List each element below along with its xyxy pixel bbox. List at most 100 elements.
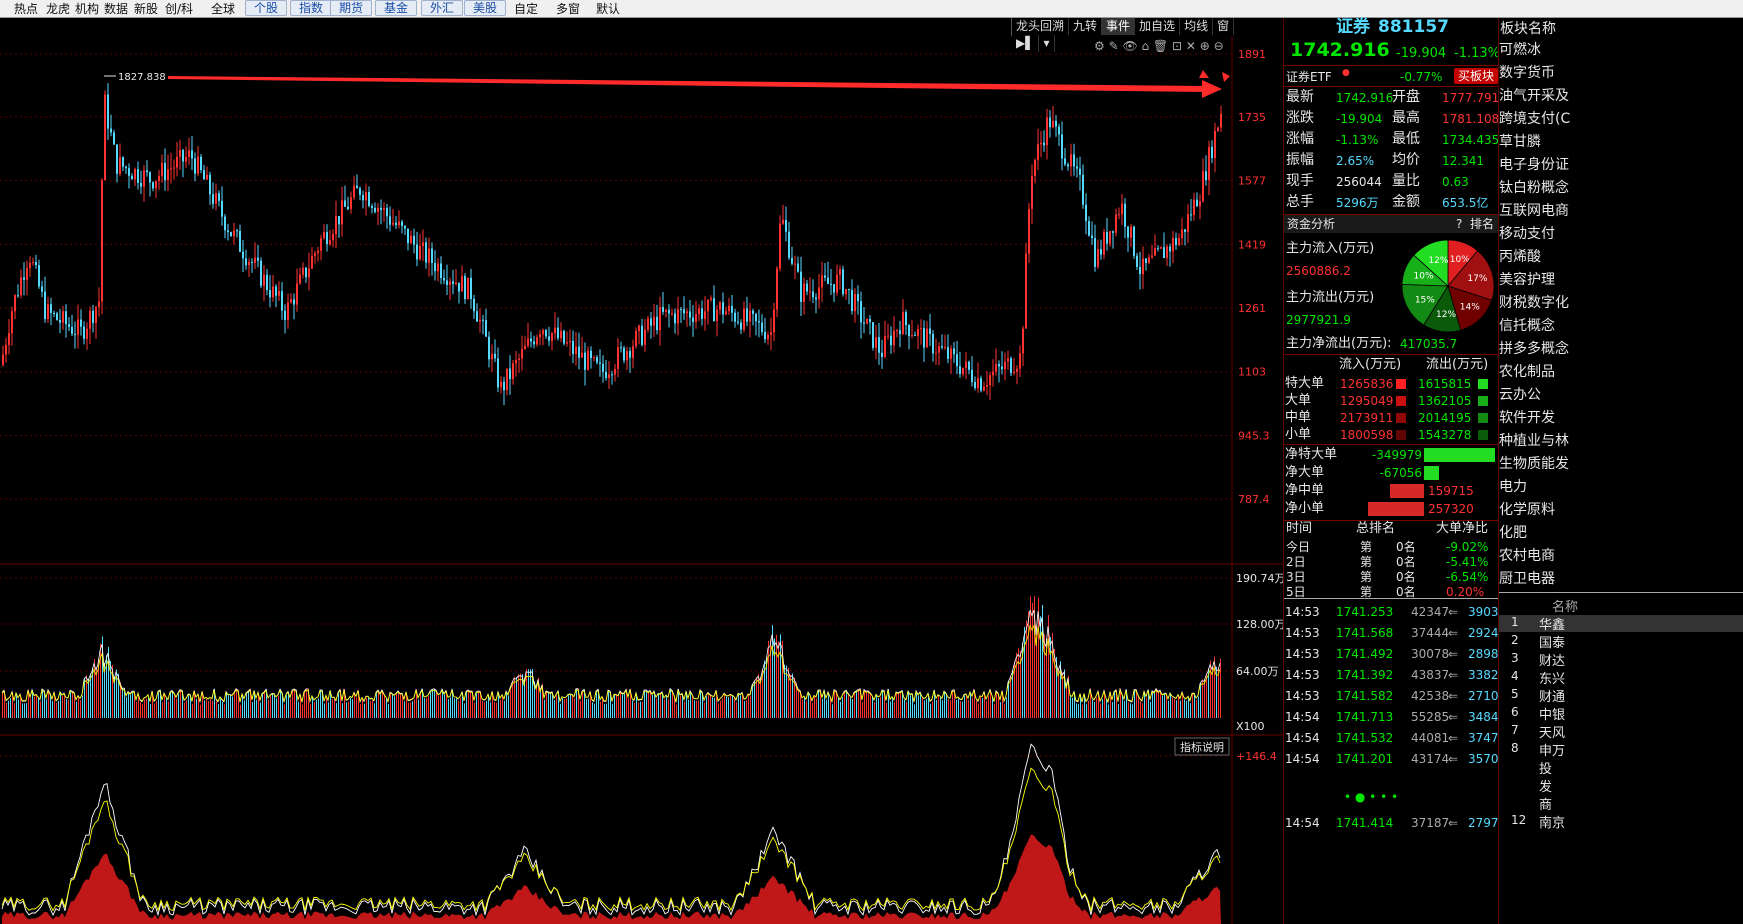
nav-item-5[interactable]: 创/科 bbox=[165, 1, 193, 17]
sector-item-19[interactable]: 电力 bbox=[1499, 476, 1527, 496]
sector-item-13[interactable]: 拼多多概念 bbox=[1499, 338, 1569, 358]
stock-row-10[interactable] bbox=[1499, 795, 1743, 812]
tick-num-8: 2797 bbox=[1468, 816, 1499, 830]
candle-body bbox=[536, 337, 538, 345]
sector-item-4[interactable]: 草甘膦 bbox=[1499, 131, 1541, 151]
volume-bar bbox=[62, 695, 63, 718]
candle-body bbox=[914, 335, 916, 337]
sector-item-3[interactable]: 跨境支付(C bbox=[1499, 108, 1570, 128]
stock-row-11[interactable] bbox=[1499, 813, 1743, 830]
volume-bar bbox=[898, 693, 899, 718]
buy-sector-button[interactable]: 买板块 bbox=[1454, 68, 1499, 84]
stock-row-9[interactable] bbox=[1499, 777, 1743, 794]
sector-item-18[interactable]: 生物质能发 bbox=[1499, 453, 1569, 473]
kline-chart-svg[interactable]: 1891 1735 1577 1419 1261 1103 945.3 787.4 1827.8… bbox=[0, 18, 1283, 924]
candle-body bbox=[518, 358, 520, 360]
volume-bar bbox=[926, 698, 927, 718]
sector-item-10[interactable]: 美容护理 bbox=[1499, 269, 1555, 289]
volume-bar bbox=[1114, 692, 1115, 718]
nav-tab-1[interactable]: 指数 bbox=[290, 0, 333, 16]
nav-item-6[interactable]: 全球 bbox=[211, 1, 235, 17]
nav-item2-0[interactable]: 自定 bbox=[514, 1, 538, 17]
stock-row-5[interactable] bbox=[1499, 705, 1743, 722]
volume-bar bbox=[64, 693, 65, 718]
candle-body bbox=[503, 381, 505, 391]
stock-row-8[interactable] bbox=[1499, 759, 1743, 776]
sector-item-1[interactable]: 数字货币 bbox=[1499, 62, 1555, 82]
indicator-explain-button[interactable]: 指标说明 bbox=[1180, 740, 1224, 754]
volume-bar bbox=[346, 702, 347, 718]
fund-rank-button[interactable]: 排名 bbox=[1470, 216, 1494, 232]
sector-item-23[interactable]: 厨卫电器 bbox=[1499, 568, 1555, 588]
sector-item-22[interactable]: 农村电商 bbox=[1499, 545, 1555, 565]
volume-bar bbox=[244, 700, 245, 718]
sector-item-14[interactable]: 农化制品 bbox=[1499, 361, 1555, 381]
sector-item-5[interactable]: 电子身份证 bbox=[1499, 154, 1569, 174]
candle-body bbox=[560, 330, 562, 339]
sector-item-12[interactable]: 信托概念 bbox=[1499, 315, 1555, 335]
toolbar-arrow-icon[interactable]: ▶▌ bbox=[1012, 35, 1040, 52]
sector-item-15[interactable]: 云办公 bbox=[1499, 384, 1541, 404]
net-outflow-label: 主力净流出(万元): bbox=[1286, 336, 1392, 351]
candle-body bbox=[398, 221, 400, 226]
candle-body bbox=[314, 253, 316, 256]
nav-item-4[interactable]: 新股 bbox=[134, 1, 158, 17]
nav-item2-1[interactable]: 多窗 bbox=[556, 1, 580, 17]
nav-tab-4[interactable]: 外汇 bbox=[421, 0, 464, 16]
nav-item-2[interactable]: 机构 bbox=[75, 1, 99, 17]
stock-row-4[interactable] bbox=[1499, 687, 1743, 704]
candle-body bbox=[788, 231, 790, 258]
toolbar-item-1[interactable]: 九转 bbox=[1069, 18, 1103, 35]
tick-arrow-icon-3: ⇐ bbox=[1448, 668, 1459, 682]
stock-row-1[interactable] bbox=[1499, 633, 1743, 650]
sector-item-8[interactable]: 移动支付 bbox=[1499, 223, 1555, 243]
toolbar-item-2[interactable]: 事件 bbox=[1102, 18, 1136, 35]
etf-label[interactable]: 证券ETF bbox=[1286, 69, 1332, 85]
stock-row-6[interactable] bbox=[1499, 723, 1743, 740]
candle-body bbox=[797, 263, 799, 272]
nav-item-3[interactable]: 数据 bbox=[104, 1, 128, 17]
nav-tab-5[interactable]: 美股 bbox=[464, 0, 507, 16]
sector-item-7[interactable]: 互联网电商 bbox=[1499, 200, 1569, 220]
sector-item-9[interactable]: 丙烯酸 bbox=[1499, 246, 1541, 266]
fund-help-button[interactable]: ? bbox=[1456, 216, 1462, 232]
toolbar-item-4[interactable]: 均线 bbox=[1180, 18, 1214, 35]
sector-item-11[interactable]: 财税数字化 bbox=[1499, 292, 1569, 312]
candle-body bbox=[149, 172, 151, 183]
nav-tab-0[interactable]: 个股 bbox=[245, 0, 288, 16]
flow-label-2: 中单 bbox=[1285, 410, 1312, 425]
toolbar-item-0[interactable]: 龙头回溯 bbox=[1012, 18, 1070, 35]
sector-item-20[interactable]: 化学原料 bbox=[1499, 499, 1555, 519]
volume-bar bbox=[918, 695, 919, 718]
stock-row-0[interactable] bbox=[1499, 615, 1743, 632]
volume-bar bbox=[620, 691, 621, 718]
volume-bar bbox=[574, 698, 575, 718]
nav-item2-2[interactable]: 默认 bbox=[596, 1, 620, 17]
stock-row-7[interactable] bbox=[1499, 741, 1743, 758]
candle-body bbox=[248, 261, 250, 266]
nav-item-0[interactable]: 热点 bbox=[14, 1, 38, 17]
chart-icon-tools[interactable]: ⚙ ✎ 👁 ⌂ 🗑 ⊡ ✕ ⊕ ⊖ bbox=[1094, 38, 1224, 54]
volume-bar bbox=[588, 698, 589, 718]
toolbar-dropdown-icon[interactable]: ▾ bbox=[1039, 35, 1055, 52]
volume-bar bbox=[328, 702, 329, 718]
sector-item-16[interactable]: 软件开发 bbox=[1499, 407, 1555, 427]
volume-bar bbox=[1024, 626, 1025, 718]
sector-item-21[interactable]: 化肥 bbox=[1499, 522, 1527, 542]
nav-item-1[interactable]: 龙虎 bbox=[46, 1, 70, 17]
stock-row-3[interactable] bbox=[1499, 669, 1743, 686]
toolbar-item-5[interactable]: 窗 bbox=[1213, 18, 1235, 35]
toolbar-item-3[interactable]: 加自选 bbox=[1135, 18, 1181, 35]
nav-tab-3[interactable]: 基金 bbox=[375, 0, 418, 16]
candle-body bbox=[686, 311, 688, 314]
candle-body bbox=[809, 291, 811, 293]
sector-item-6[interactable]: 钛白粉概念 bbox=[1499, 177, 1569, 197]
candle-body bbox=[482, 319, 484, 321]
sector-item-2[interactable]: 油气开采及 bbox=[1499, 85, 1569, 105]
volume-bar bbox=[1028, 611, 1029, 718]
sector-item-17[interactable]: 种植业与林 bbox=[1499, 430, 1569, 450]
sector-item-0[interactable]: 可燃冰 bbox=[1499, 39, 1541, 59]
nav-tab-2[interactable]: 期货 bbox=[330, 0, 373, 16]
chart-area[interactable]: 1891 1735 1577 1419 1261 1103 945.3 787.4 1827.8… bbox=[0, 18, 1283, 924]
stock-row-2[interactable] bbox=[1499, 651, 1743, 668]
